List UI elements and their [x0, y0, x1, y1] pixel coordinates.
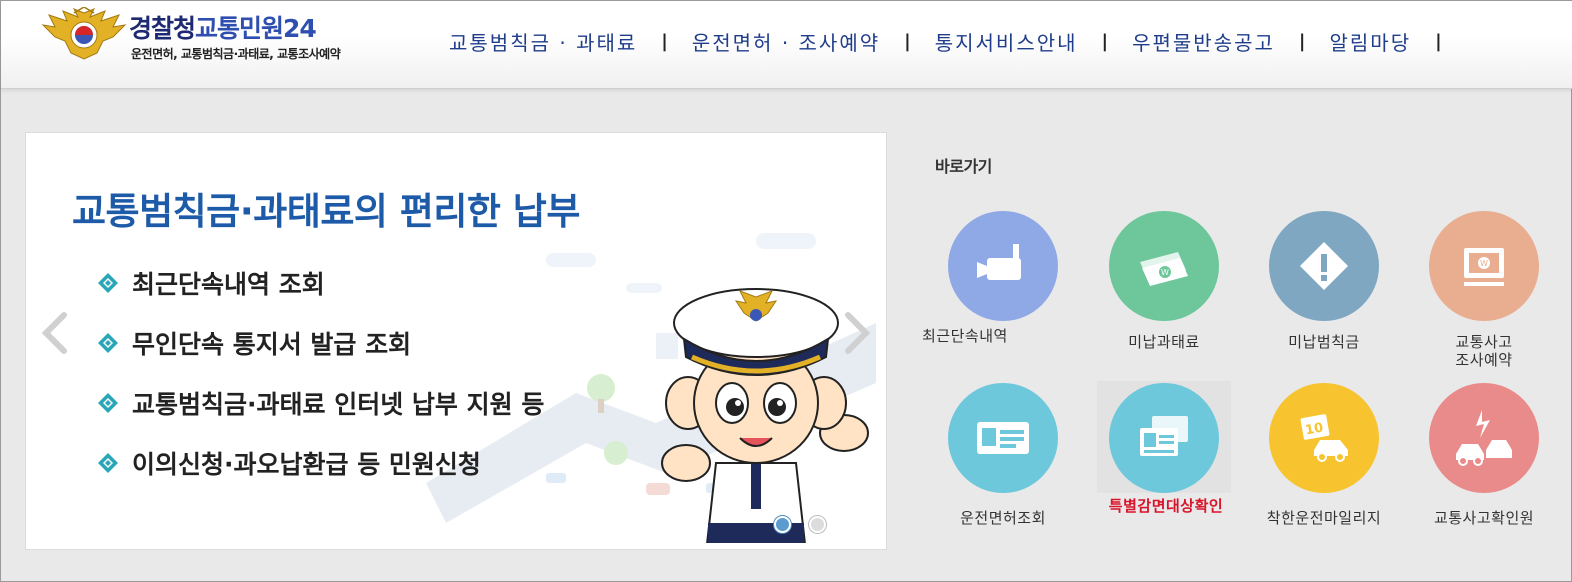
- mileage-car-icon: 10: [1300, 414, 1348, 462]
- svg-text:W: W: [1161, 268, 1169, 277]
- car-crash-icon: [1456, 410, 1512, 466]
- quick-icon-circle: W: [1109, 211, 1219, 321]
- quick-special-reduction[interactable]: [1097, 381, 1231, 493]
- id-cards-icon: [1140, 416, 1188, 456]
- police-emblem-icon: [41, 7, 127, 60]
- list-item: 무인단속 통지서 발급 조회: [96, 313, 544, 373]
- quick-label: 미납과태료: [1128, 333, 1200, 351]
- quick-label-special-reduction[interactable]: 특별감면대상확인: [1091, 497, 1241, 515]
- quick-icon-circle: [948, 383, 1058, 493]
- quick-recent-violations[interactable]: 최근단속내역: [922, 211, 1078, 345]
- nav-notice-board[interactable]: 알림마당: [1330, 27, 1412, 56]
- quick-accident-reservation[interactable]: W 교통사고 조사예약: [1409, 211, 1559, 369]
- warning-diamond-icon: [1300, 242, 1348, 290]
- nav-notification-service[interactable]: 통지서비스안내: [935, 27, 1078, 56]
- logo-subtitle: 운전면허, 교통범칙금·과태료, 교통조사예약: [131, 47, 341, 61]
- diamond-bullet-icon: [96, 331, 120, 355]
- monitor-won-icon: W: [1464, 248, 1504, 286]
- quick-icon-circle: [948, 211, 1058, 321]
- quick-label: 교통사고확인원: [1433, 509, 1535, 527]
- svg-text:10: 10: [1304, 421, 1324, 439]
- quick-label: 착한운전마일리지: [1266, 509, 1382, 527]
- nav-separator: |: [1101, 30, 1109, 52]
- quick-safe-driving-mileage[interactable]: 10 착한운전마일리지: [1249, 383, 1399, 527]
- cctv-camera-icon: [977, 244, 1021, 280]
- banner-feature-label: 교통범칙금·과태료 인터넷 납부 지원 등: [132, 390, 545, 419]
- quick-icon-circle: [1269, 211, 1379, 321]
- list-item: 이의신청·과오납환급 등 민원신청: [96, 433, 544, 493]
- banner-feature-label: 무인단속 통지서 발급 조회: [132, 330, 412, 359]
- diamond-bullet-icon: [96, 451, 120, 475]
- money-bills-icon: W: [1140, 252, 1188, 286]
- nav-fine-penalty[interactable]: 교통범칙금 · 과태료: [449, 27, 637, 56]
- site-logo[interactable]: 경찰청교통민원24 운전면허, 교통범칙금·과태료, 교통조사예약: [41, 7, 381, 63]
- nav-separator: |: [1435, 30, 1442, 52]
- nav-license-reservation[interactable]: 운전면허 · 조사예약: [692, 27, 880, 56]
- list-item: 교통범칙금·과태료 인터넷 납부 지원 등: [96, 373, 544, 433]
- quick-label: 교통사고 조사예약: [1455, 333, 1513, 369]
- quick-icon-circle: [1429, 383, 1539, 493]
- nav-separator: |: [904, 30, 911, 52]
- banner-feature-list: 최근단속내역 조회 무인단속 통지서 발급 조회 교통범칙금·과태료 인터넷 납…: [96, 253, 544, 493]
- logo-title-service: 교통민원24: [195, 14, 317, 43]
- main-nav: 교통범칙금 · 과태료 | 운전면허 · 조사예약 | 통지서비스안내 | 우편…: [449, 25, 1466, 57]
- slider-dot-1[interactable]: [774, 516, 791, 533]
- slider-next-arrow-icon[interactable]: [842, 311, 872, 355]
- quick-label: 미납범칙금: [1288, 333, 1360, 351]
- quick-label: 최근단속내역: [922, 327, 1008, 345]
- quick-icon-circle: W: [1429, 211, 1539, 321]
- quick-accident-certificate[interactable]: 교통사고확인원: [1409, 383, 1559, 527]
- nav-separator: |: [661, 30, 668, 52]
- banner-feature-label: 최근단속내역 조회: [132, 270, 325, 299]
- logo-title-agency: 경찰청: [129, 14, 196, 43]
- quick-unpaid-penalties[interactable]: 미납범칙금: [1249, 211, 1399, 351]
- site-header: 경찰청교통민원24 운전면허, 교통범칙금·과태료, 교통조사예약 교통범칙금 …: [1, 1, 1572, 89]
- main-banner-slider: 교통범칙금·과태료의 편리한 납부 최근단속내역 조회 무인단속 통지서 발급 …: [25, 132, 887, 550]
- slider-dot-2[interactable]: [809, 516, 826, 533]
- svg-text:W: W: [1480, 259, 1488, 268]
- license-card-icon: [977, 422, 1029, 454]
- diamond-bullet-icon: [96, 391, 120, 415]
- quick-license-inquiry[interactable]: 운전면허조회: [928, 383, 1078, 527]
- slider-prev-arrow-icon[interactable]: [40, 311, 70, 355]
- quick-icon-circle: 10: [1269, 383, 1379, 493]
- quick-icon-circle: [1109, 383, 1219, 493]
- nav-separator: |: [1298, 30, 1306, 52]
- quick-links-title: 바로가기: [935, 157, 992, 176]
- nav-returned-mail[interactable]: 우편물반송공고: [1132, 27, 1275, 56]
- slider-pagination: [774, 516, 826, 533]
- list-item: 최근단속내역 조회: [96, 253, 544, 313]
- quick-label: 운전면허조회: [960, 509, 1046, 527]
- diamond-bullet-icon: [96, 271, 120, 295]
- banner-feature-label: 이의신청·과오납환급 등 민원신청: [132, 450, 481, 479]
- quick-unpaid-fines[interactable]: W 미납과태료: [1089, 211, 1239, 351]
- logo-title: 경찰청교통민원24: [129, 9, 317, 45]
